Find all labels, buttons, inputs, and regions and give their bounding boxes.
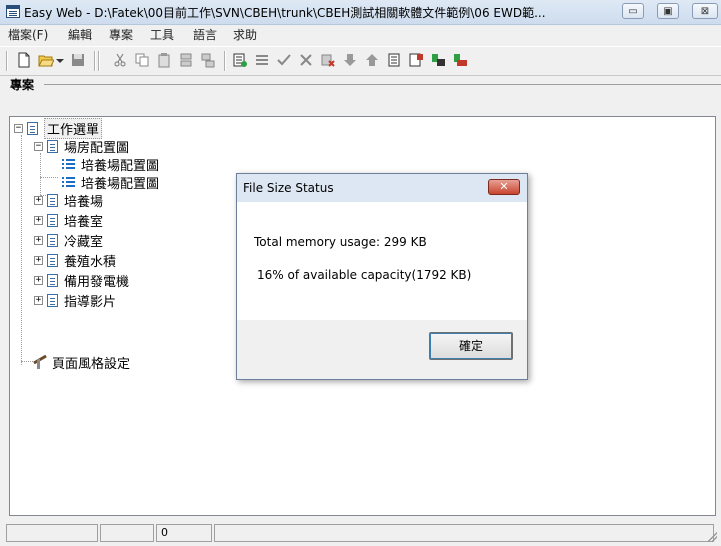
tree-item-label: 培養場 xyxy=(64,194,104,210)
list-page-icon xyxy=(62,176,76,188)
expand-toggle[interactable]: + xyxy=(34,235,43,245)
tree-item-label: 備用發電機 xyxy=(64,274,130,290)
app-icon xyxy=(6,5,20,18)
capacity-text: 16% of available capacity(1792 KB) xyxy=(257,268,472,282)
list-icon[interactable] xyxy=(254,52,270,68)
tree-item-style-settings[interactable]: 頁面風格設定 xyxy=(32,353,131,372)
folder-page-icon xyxy=(47,213,58,227)
menu-bar: 檔案(F) 編輯 專案 工具 語言 求助 xyxy=(0,24,721,44)
status-value: 0 xyxy=(156,524,212,542)
tree-item-label: 場房配置圖 xyxy=(64,140,130,156)
insert-icon[interactable] xyxy=(178,52,194,68)
expand-toggle[interactable]: + xyxy=(34,215,43,225)
memory-usage-text: Total memory usage: 299 KB xyxy=(254,235,427,249)
bring-front-icon[interactable] xyxy=(430,52,446,68)
dropdown-arrow-icon[interactable] xyxy=(55,52,65,68)
expand-toggle[interactable]: + xyxy=(34,195,43,205)
expand-toggle[interactable]: + xyxy=(34,295,43,305)
tree-child-label: 培養場配置圖 xyxy=(81,158,160,174)
cut-icon[interactable] xyxy=(112,52,128,68)
tree-root-label: 工作選單 xyxy=(44,117,103,139)
add-page-icon[interactable] xyxy=(232,52,248,68)
send-back-icon[interactable] xyxy=(452,52,468,68)
insert-after-icon[interactable] xyxy=(200,52,216,68)
window-title: Easy Web - D:\Fatek\00目前工作\SVN\CBEH\trun… xyxy=(24,6,546,20)
tree-item-layout[interactable]: − 場房配置圖 xyxy=(34,137,130,156)
open-icon[interactable] xyxy=(38,52,54,68)
delete-icon[interactable] xyxy=(298,52,314,68)
tools-icon xyxy=(32,355,48,369)
status-cell xyxy=(6,524,98,542)
tree-item[interactable]: + 培養場 xyxy=(34,191,104,210)
page-settings-icon[interactable] xyxy=(386,52,402,68)
menu-project[interactable]: 專案 xyxy=(109,26,133,43)
page-color-icon[interactable] xyxy=(408,52,424,68)
save-icon[interactable] xyxy=(70,52,86,68)
maximize-button[interactable]: ▣ xyxy=(657,3,679,19)
folder-page-icon xyxy=(27,121,38,135)
dialog-title-bar[interactable]: File Size Status ✕ xyxy=(237,174,527,202)
folder-page-icon xyxy=(47,253,58,267)
tree-root[interactable]: − 工作選單 xyxy=(14,117,103,139)
tree-item-label: 冷藏室 xyxy=(64,234,104,250)
status-cell xyxy=(214,524,714,542)
tree-item[interactable]: + 備用發電機 xyxy=(34,271,130,290)
dialog-close-button[interactable]: ✕ xyxy=(488,179,520,195)
panel-divider xyxy=(44,84,721,85)
close-window-button[interactable]: ⊠ xyxy=(692,3,718,19)
title-bar: Easy Web - D:\Fatek\00目前工作\SVN\CBEH\trun… xyxy=(0,0,721,25)
tree-item[interactable]: + 指導影片 xyxy=(34,291,117,310)
folder-page-icon xyxy=(47,293,58,307)
collapse-toggle[interactable]: − xyxy=(14,123,23,133)
panel-label: 專案 xyxy=(10,78,35,92)
menu-language[interactable]: 語言 xyxy=(193,26,217,43)
tree-item-label: 養殖水積 xyxy=(64,254,117,270)
folder-page-icon xyxy=(47,139,58,153)
tree-child-item[interactable]: 培養場配置圖 xyxy=(62,155,160,174)
list-page-icon xyxy=(62,158,76,170)
tree-item-label: 指導影片 xyxy=(64,294,117,310)
folder-page-icon xyxy=(47,273,58,287)
status-bar: 0 xyxy=(0,520,721,546)
new-icon[interactable] xyxy=(16,52,32,68)
menu-file[interactable]: 檔案(F) xyxy=(8,26,48,43)
copy-icon[interactable] xyxy=(134,52,150,68)
tree-item[interactable]: + 培養室 xyxy=(34,211,104,230)
dialog-title: File Size Status xyxy=(243,181,334,195)
collapse-toggle[interactable]: − xyxy=(34,141,43,151)
expand-toggle[interactable]: + xyxy=(34,255,43,265)
status-cell xyxy=(100,524,154,542)
toolbar xyxy=(0,46,721,76)
check-icon[interactable] xyxy=(276,52,292,68)
tree-child-item[interactable]: 培養場配置圖 xyxy=(62,173,160,192)
file-size-dialog: File Size Status ✕ Total memory usage: 2… xyxy=(236,173,528,380)
tree-item[interactable]: + 冷藏室 xyxy=(34,231,104,250)
tree-item[interactable]: + 養殖水積 xyxy=(34,251,117,270)
minimize-button[interactable]: ▭ xyxy=(622,3,644,19)
menu-help[interactable]: 求助 xyxy=(233,26,257,43)
tree-child-label: 培養場配置圖 xyxy=(81,176,160,192)
menu-edit[interactable]: 編輯 xyxy=(68,26,92,43)
folder-page-icon xyxy=(47,193,58,207)
remove-icon[interactable] xyxy=(320,52,336,68)
paste-icon[interactable] xyxy=(156,52,172,68)
move-up-icon[interactable] xyxy=(364,52,380,68)
tree-item-label: 培養室 xyxy=(64,214,104,230)
dialog-body: Total memory usage: 299 KB 16% of availa… xyxy=(237,202,527,320)
tree-item-label: 頁面風格設定 xyxy=(52,356,131,372)
resize-grip-icon[interactable] xyxy=(707,532,717,542)
expand-toggle[interactable]: + xyxy=(34,275,43,285)
move-down-icon[interactable] xyxy=(342,52,358,68)
menu-tools[interactable]: 工具 xyxy=(150,26,174,43)
ok-button[interactable]: 確定 xyxy=(429,332,513,360)
folder-page-icon xyxy=(47,233,58,247)
